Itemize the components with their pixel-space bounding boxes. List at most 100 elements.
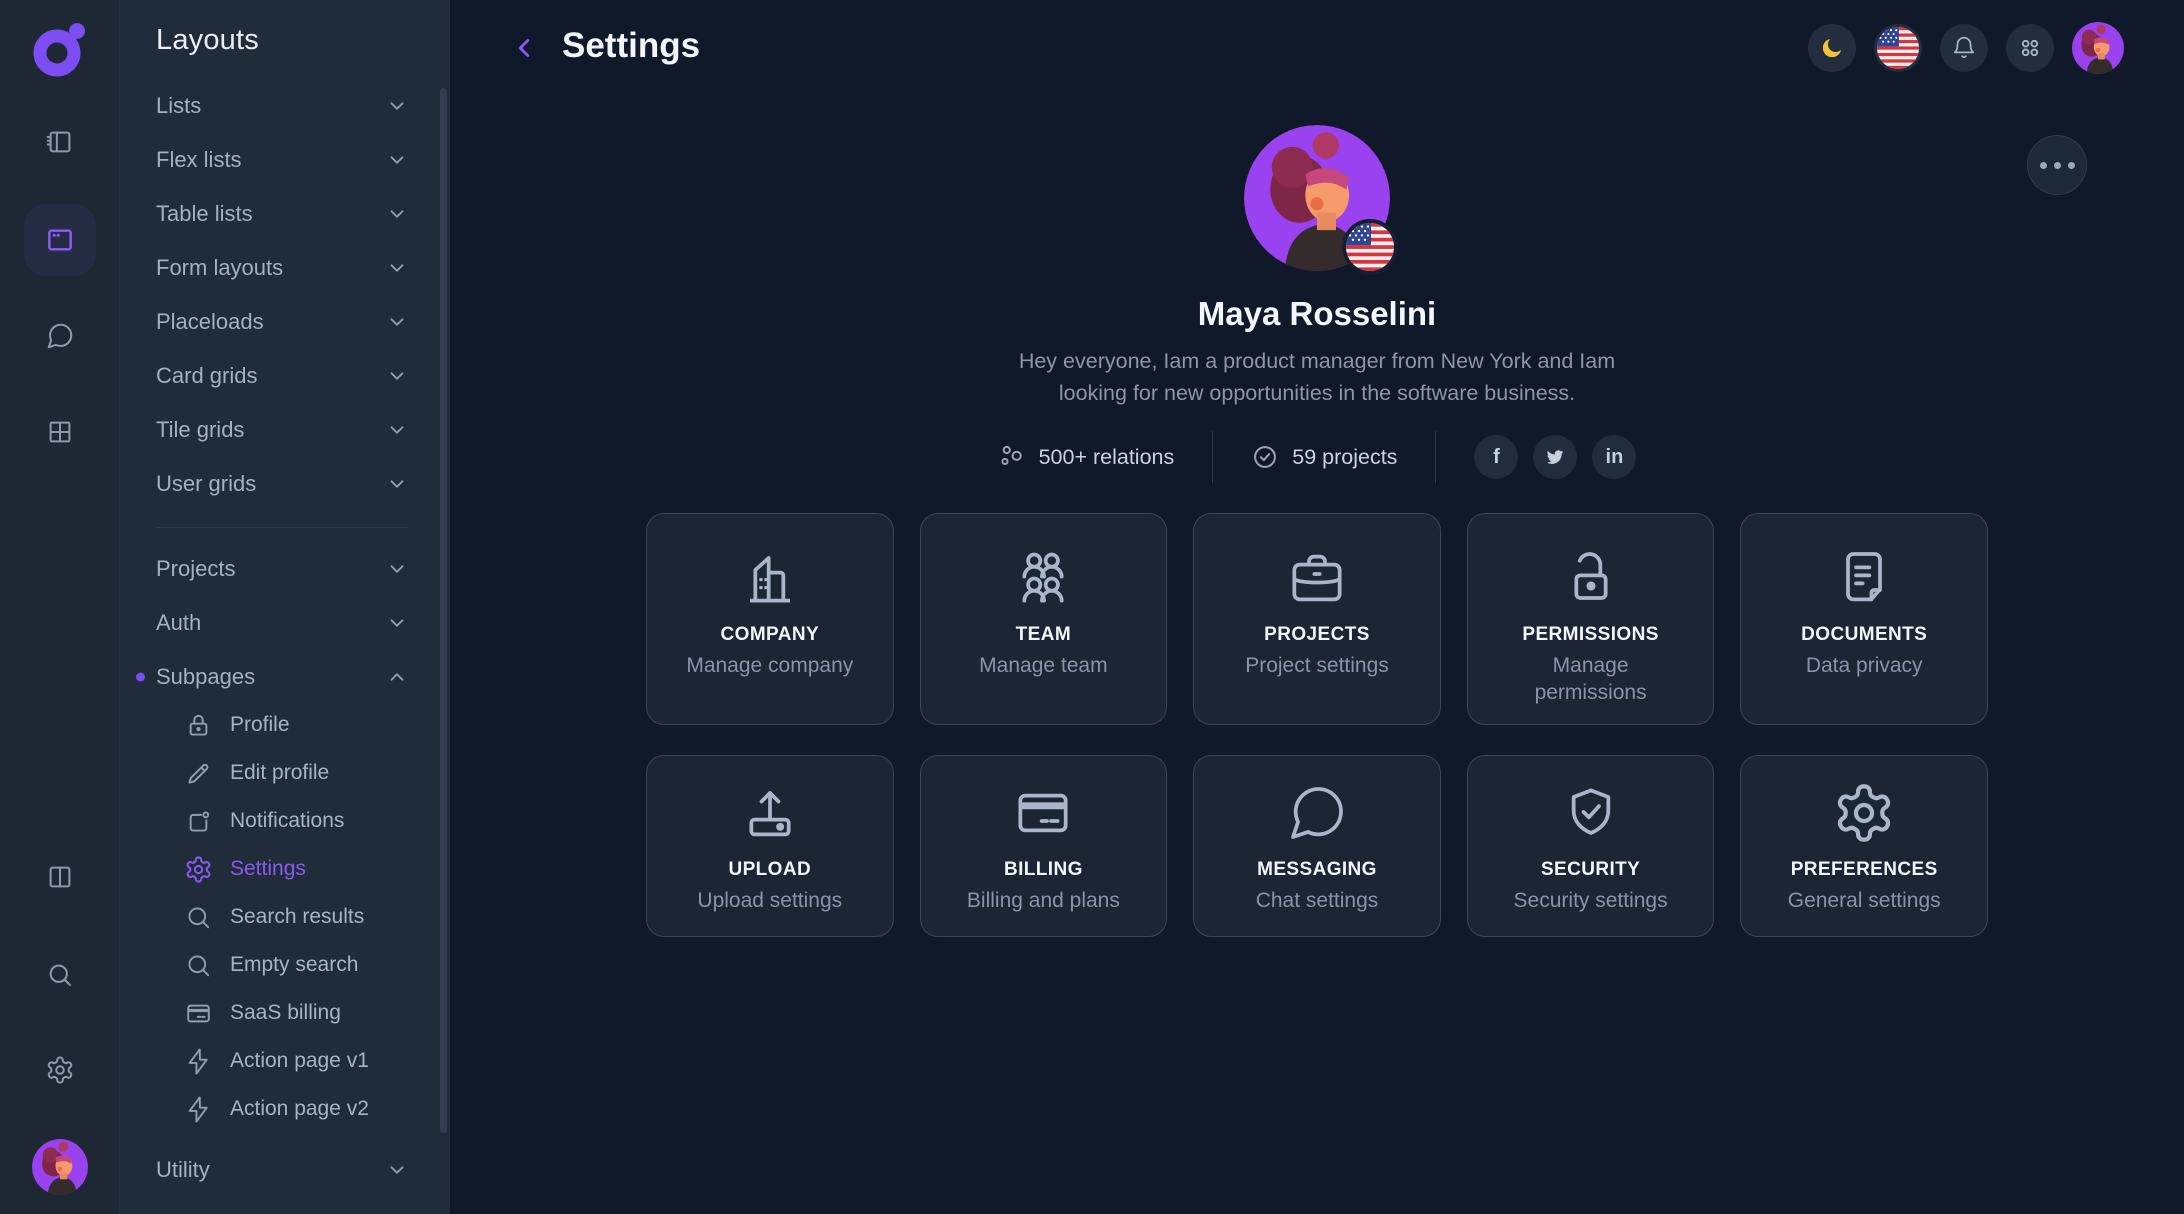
avatar-illustration [2072,22,2124,74]
sidebar-scrollbar[interactable] [440,88,447,1133]
app-logo[interactable] [30,20,90,80]
back-button[interactable] [504,28,544,68]
documents-card[interactable]: DOCUMENTS Data privacy [1740,513,1988,725]
chevron-down-icon [386,311,408,333]
sidebar-subitem-action-page-v1[interactable]: Action page v1 [120,1037,450,1085]
preferences-card[interactable]: PREFERENCES General settings [1740,755,1988,937]
linkedin-icon: in [1606,446,1624,469]
sidebar-item-lists[interactable]: Lists [120,79,450,133]
page-title: Settings [562,26,700,66]
linkedin-button[interactable]: in [1592,435,1636,479]
logo-ring-icon [30,20,90,80]
sidebar-item-placeloads[interactable]: Placeloads [120,295,450,349]
sidebar-item-label: Auth [156,610,201,636]
social-links: f in [1474,435,1636,479]
sidebar-subitem-label: Notifications [230,809,344,833]
credit-card-icon [1011,781,1075,845]
window-icon[interactable] [24,204,96,276]
sidebar-item-auth[interactable]: Auth [120,596,450,650]
stats-divider [1435,431,1436,483]
topbar [1808,22,2124,74]
sidebar-top-list: Lists Flex lists Table lists Form layout… [120,79,450,511]
sidebar-subitem-notifications[interactable]: Notifications [120,797,450,845]
sidebar-item-card-grids[interactable]: Card grids [120,349,450,403]
user-avatar[interactable] [32,1139,88,1195]
settings-cards: COMPANY Manage company TEAM Manage team [646,513,1988,937]
projects-card[interactable]: PROJECTS Project settings [1193,513,1441,725]
sidebar-subitem-settings[interactable]: Settings [120,845,450,893]
panel-icon[interactable] [36,118,84,166]
relations-icon [998,443,1026,471]
sidebar-item-label: Card grids [156,363,257,389]
sidebar-subitem-empty-search[interactable]: Empty search [120,941,450,989]
sidebar-item-tile-grids[interactable]: Tile grids [120,403,450,457]
sidebar-subitem-label: Settings [230,857,306,881]
messaging-card[interactable]: MESSAGING Chat settings [1193,755,1441,937]
chevron-down-icon [386,1159,408,1181]
dark-mode-toggle[interactable] [1808,24,1856,72]
sidebar-subitem-saas-billing[interactable]: SaaS billing [120,989,450,1037]
account-avatar[interactable] [2072,22,2124,74]
sidebar-subitem-label: Action page v1 [230,1049,369,1073]
card-title: MESSAGING [1257,859,1377,881]
sidebar-item-label: Flex lists [156,147,242,173]
us-flag-icon [1877,27,1919,69]
profile-stats-row: 500+ relations 59 projects f [998,431,1637,483]
notifications-button[interactable] [1940,24,1988,72]
sidebar-bottom-list: Utility [120,1143,450,1197]
sidebar-divider [156,527,408,528]
relations-stat: 500+ relations [998,443,1175,471]
card-subtitle: Data privacy [1806,652,1923,679]
billing-card[interactable]: BILLING Billing and plans [920,755,1168,937]
chevron-down-icon [386,612,408,634]
sidebar-item-user-grids[interactable]: User grids [120,457,450,511]
facebook-button[interactable]: f [1474,435,1518,479]
sidebar-subitem-search-results[interactable]: Search results [120,893,450,941]
sidebar-item-projects[interactable]: Projects [120,542,450,596]
security-card[interactable]: SECURITY Security settings [1467,755,1715,937]
card-subtitle: Manage team [979,652,1107,679]
sidebar-item-form-layouts[interactable]: Form layouts [120,241,450,295]
chevron-down-icon [386,257,408,279]
sidebar-item-utility[interactable]: Utility [120,1143,450,1197]
stats-divider [1212,431,1213,483]
card-title: TEAM [1016,624,1071,646]
profile-avatar[interactable] [1244,125,1390,271]
card-title: PREFERENCES [1791,859,1938,881]
search-icon[interactable] [36,951,84,999]
card-subtitle: Security settings [1514,887,1668,914]
sidebar-item-subpages[interactable]: Subpages [120,650,450,704]
team-card[interactable]: TEAM Manage team [920,513,1168,725]
sidebar-item-label: Projects [156,556,235,582]
icon-rail [0,0,120,1214]
sidebar-item-table-lists[interactable]: Table lists [120,187,450,241]
chat-bubble-icon [1285,781,1349,845]
facebook-icon: f [1493,446,1500,469]
check-circle-icon [1251,443,1279,471]
unlock-icon [1559,546,1623,610]
permissions-card[interactable]: PERMISSIONS Manage permissions [1467,513,1715,725]
columns-icon[interactable] [36,853,84,901]
grid-icon[interactable] [36,408,84,456]
sidebar-subitem-label: Action page v2 [230,1097,369,1121]
chevron-down-icon [386,149,408,171]
apps-button[interactable] [2006,24,2054,72]
notification-square-icon [184,807,213,836]
upload-card[interactable]: UPLOAD Upload settings [646,755,894,937]
sidebar-subitem-label: Edit profile [230,761,329,785]
twitter-button[interactable] [1533,435,1577,479]
main-content: Settings [450,0,2184,1214]
card-title: SECURITY [1541,859,1640,881]
card-title: PROJECTS [1264,624,1370,646]
sidebar-item-flex-lists[interactable]: Flex lists [120,133,450,187]
sidebar-subitem-profile[interactable]: Profile [120,701,450,749]
team-icon [1011,546,1075,610]
sidebar-subitem-action-page-v2[interactable]: Action page v2 [120,1085,450,1133]
avatar-illustration [32,1139,88,1195]
sidebar-subitem-edit-profile[interactable]: Edit profile [120,749,450,797]
gear-icon[interactable] [36,1046,84,1094]
language-flag-button[interactable] [1874,24,1922,72]
chat-icon[interactable] [36,312,84,360]
company-card[interactable]: COMPANY Manage company [646,513,894,725]
sidebar-item-label: Lists [156,93,201,119]
